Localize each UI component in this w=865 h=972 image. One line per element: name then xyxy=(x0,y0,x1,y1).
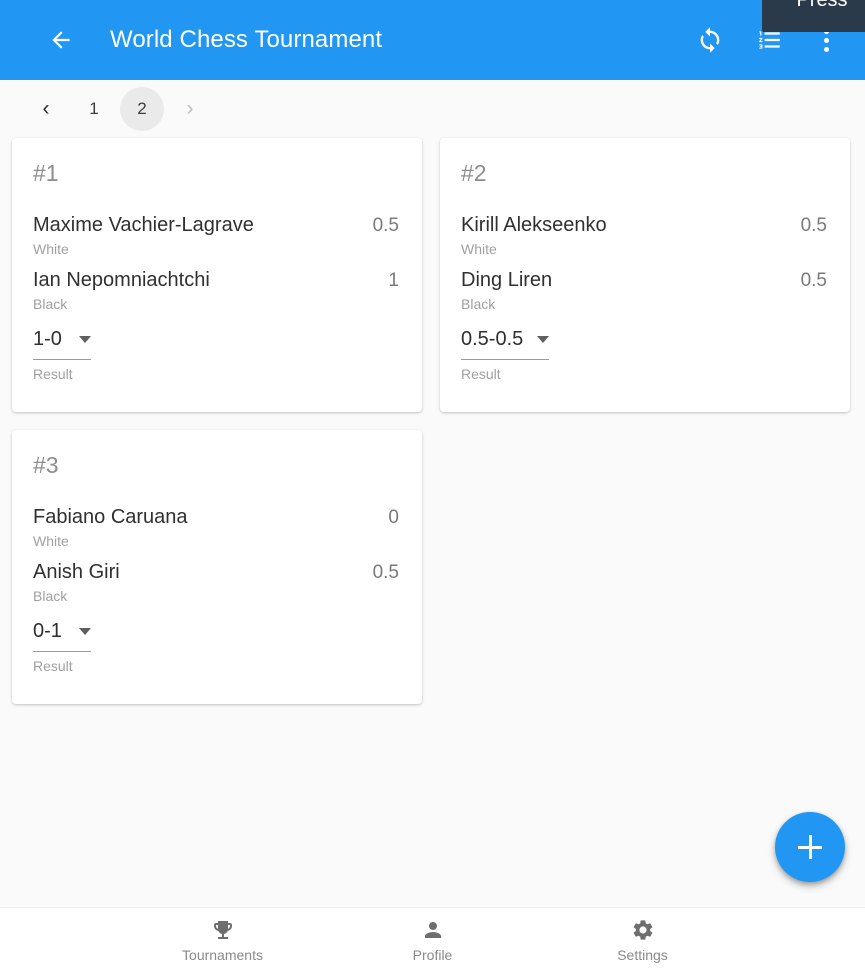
white-label: White xyxy=(461,241,497,257)
result-field: 1-0 Result xyxy=(33,328,91,382)
nav-item-settings[interactable]: Settings xyxy=(538,918,748,963)
sync-icon xyxy=(700,27,720,53)
back-button[interactable] xyxy=(44,23,78,57)
plus-icon-vertical xyxy=(808,835,812,859)
pagination-next-button[interactable]: › xyxy=(168,87,212,131)
result-field: 0.5-0.5 Result xyxy=(461,328,550,382)
nav-item-tournaments[interactable]: Tournaments xyxy=(118,918,328,963)
black-label: Black xyxy=(33,588,68,604)
white-player-name: Maxime Vachier-Lagrave xyxy=(33,214,254,236)
black-label: Black xyxy=(33,296,68,312)
black-player-row: Ian Nepomniachtchi 1 xyxy=(33,269,401,292)
result-dropdown[interactable]: 0.5-0.5 xyxy=(461,328,550,360)
result-dropdown[interactable]: 0-1 xyxy=(33,620,91,652)
trophy-icon xyxy=(213,920,232,939)
white-player-score: 0.5 xyxy=(800,215,827,236)
black-player-name: Anish Giri xyxy=(33,561,120,583)
bottom-navigation: Tournaments Profile Settings xyxy=(0,907,865,972)
chevron-down-icon xyxy=(537,336,550,343)
black-player-score: 1 xyxy=(388,270,399,291)
black-player-row: Ding Liren 0.5 xyxy=(461,269,829,292)
white-player-row: Kirill Alekseenko 0.5 xyxy=(461,214,829,237)
black-label: Black xyxy=(461,296,496,312)
result-field: 0-1 Result xyxy=(33,620,91,674)
nav-item-profile[interactable]: Profile xyxy=(328,918,538,963)
pagination-page-1[interactable]: 1 xyxy=(72,87,116,131)
black-player-score: 0.5 xyxy=(372,562,399,583)
nav-label-profile: Profile xyxy=(412,946,453,963)
match-card-grid: #1 Maxime Vachier-Lagrave 0.5 White Ian … xyxy=(0,138,865,704)
result-label: Result xyxy=(33,658,73,674)
nav-label-settings: Settings xyxy=(617,946,668,963)
match-index: #1 xyxy=(33,160,59,186)
sync-button[interactable] xyxy=(687,17,733,63)
nav-label-tournaments: Tournaments xyxy=(182,946,263,963)
white-label: White xyxy=(33,241,69,257)
result-value: 0-1 xyxy=(33,620,62,642)
add-match-fab[interactable] xyxy=(775,812,845,882)
white-player-score: 0.5 xyxy=(372,215,399,236)
result-label: Result xyxy=(33,366,73,382)
match-index: #3 xyxy=(33,452,59,478)
white-player-name: Fabiano Caruana xyxy=(33,506,188,528)
result-dropdown[interactable]: 1-0 xyxy=(33,328,91,360)
result-value: 1-0 xyxy=(33,328,62,350)
black-player-row: Anish Giri 0.5 xyxy=(33,561,401,584)
white-player-row: Fabiano Caruana 0 xyxy=(33,506,401,529)
pagination-page-2[interactable]: 2 xyxy=(120,87,164,131)
chevron-down-icon xyxy=(79,336,91,343)
black-player-name: Ian Nepomniachtchi xyxy=(33,269,210,291)
result-label: Result xyxy=(461,366,501,382)
gear-icon xyxy=(633,919,652,940)
page-title: World Chess Tournament xyxy=(110,26,383,53)
match-card[interactable]: #3 Fabiano Caruana 0 White Anish Giri 0.… xyxy=(12,430,422,704)
pagination: ‹ 1 2 › xyxy=(0,80,865,138)
white-player-score: 0 xyxy=(388,507,399,528)
app-bar: World Chess Tournament Press xyxy=(0,0,865,80)
white-player-row: Maxime Vachier-Lagrave 0.5 xyxy=(33,214,401,237)
white-label: White xyxy=(33,533,69,549)
black-player-score: 0.5 xyxy=(800,270,827,291)
chevron-down-icon xyxy=(79,628,91,635)
black-player-name: Ding Liren xyxy=(461,269,553,291)
match-index: #2 xyxy=(461,160,487,186)
pagination-prev-button[interactable]: ‹ xyxy=(24,87,68,131)
arrow-back-icon xyxy=(52,31,70,49)
person-icon xyxy=(424,921,441,938)
white-player-name: Kirill Alekseenko xyxy=(461,214,607,236)
result-value: 0.5-0.5 xyxy=(461,328,524,350)
press-tooltip: Press xyxy=(762,0,865,32)
match-card[interactable]: #2 Kirill Alekseenko 0.5 White Ding Lire… xyxy=(440,138,850,412)
match-card[interactable]: #1 Maxime Vachier-Lagrave 0.5 White Ian … xyxy=(12,138,422,412)
